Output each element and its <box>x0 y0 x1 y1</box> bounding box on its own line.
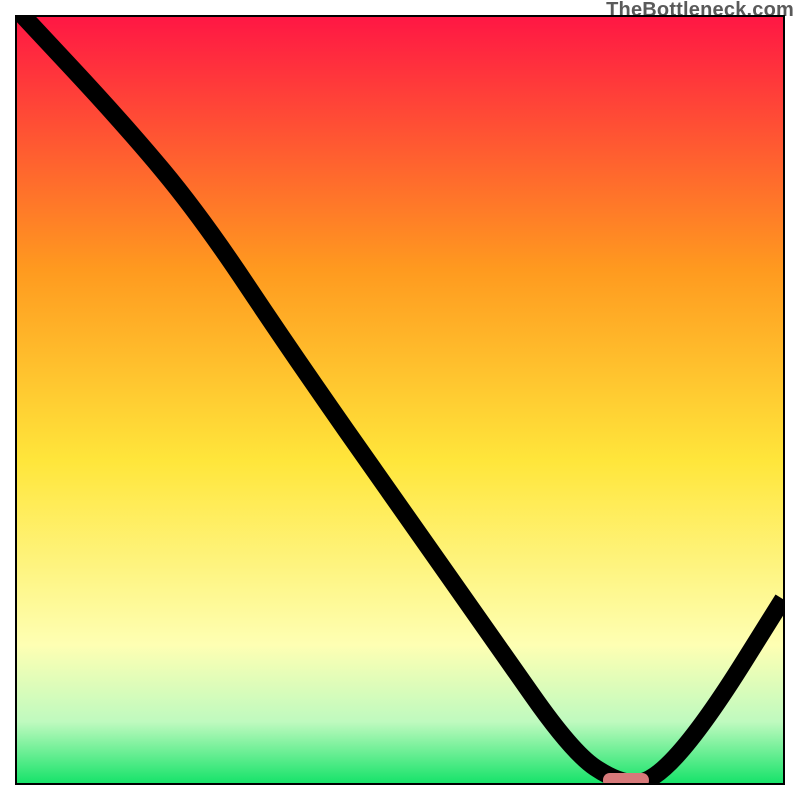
optimal-marker <box>603 773 649 783</box>
curve-layer <box>17 17 783 783</box>
plot-area <box>17 17 783 783</box>
plot-border <box>15 15 785 785</box>
chart-stage: TheBottleneck.com <box>0 0 800 800</box>
bottleneck-curve <box>17 17 783 783</box>
